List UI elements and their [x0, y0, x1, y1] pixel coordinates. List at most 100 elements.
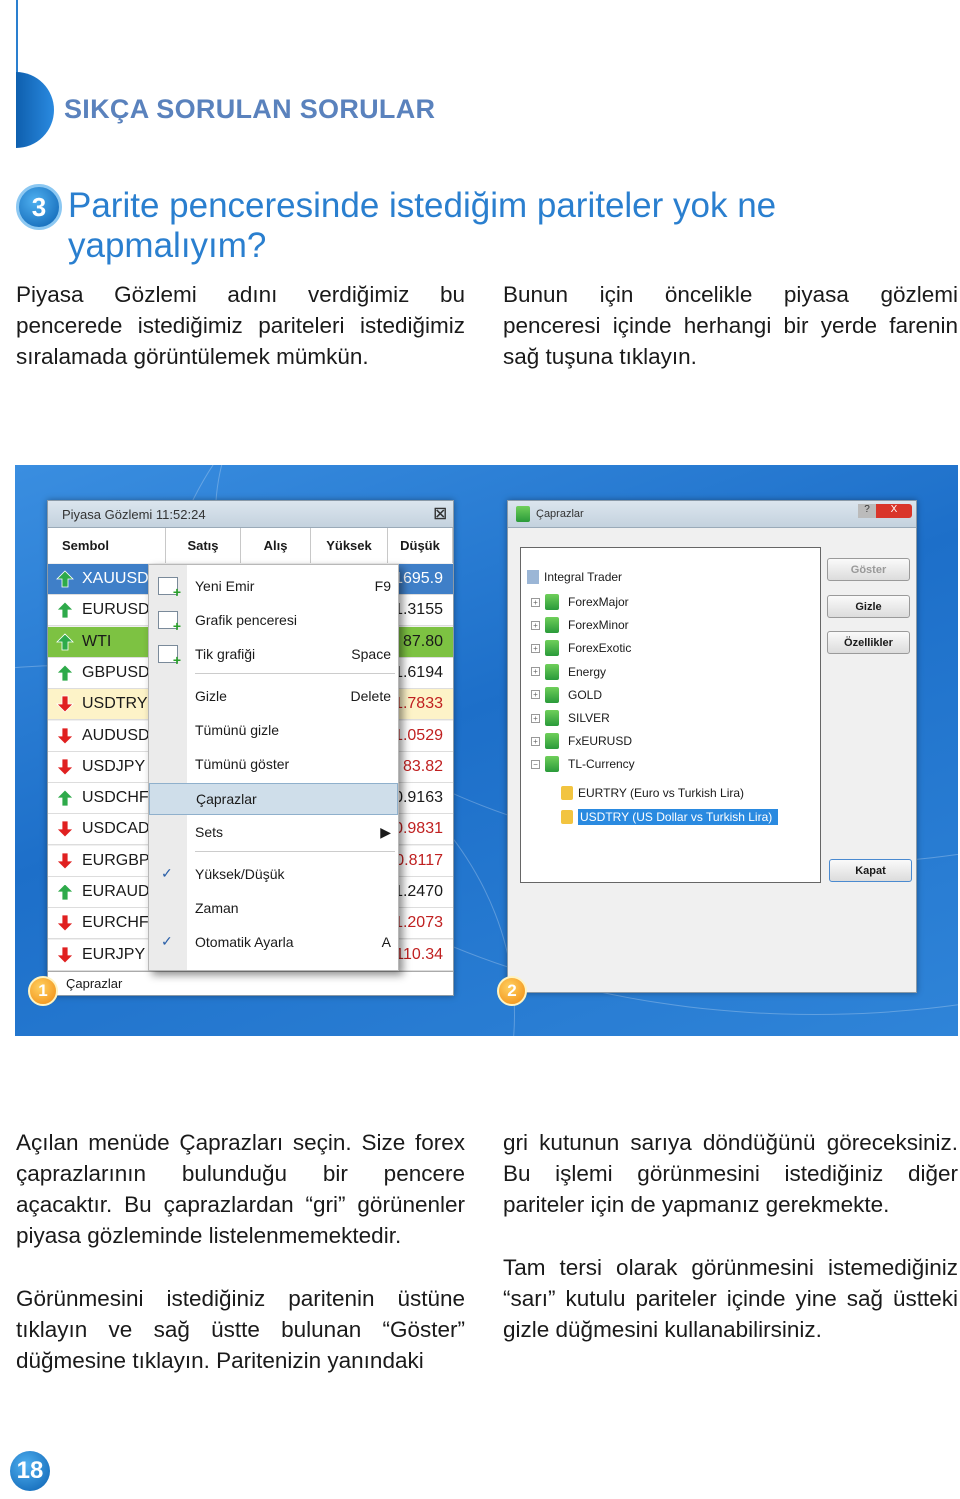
menu-label: Grafik penceresi	[195, 612, 297, 628]
body-right-p2: Tam tersi olarak görünmesini istemediğin…	[503, 1255, 958, 1342]
expand-icon[interactable]: +	[531, 690, 540, 700]
low-value: 1.2073	[394, 914, 443, 932]
menu-item-otomatik-ayarla[interactable]: Otomatik Ayarla A	[187, 927, 399, 957]
symbol-name: EURAUD	[82, 883, 150, 900]
arrow-down-icon	[56, 727, 74, 745]
tree-group[interactable]: ForexMinor	[568, 618, 629, 632]
arrow-down-icon	[56, 695, 74, 713]
folder-icon	[545, 640, 559, 657]
menu-label: Tümünü göster	[195, 756, 290, 772]
tree-root[interactable]: Integral Trader	[544, 570, 622, 584]
folder-icon	[545, 663, 559, 680]
folder-icon	[545, 686, 559, 703]
page-number: 18	[10, 1451, 50, 1491]
tree-group[interactable]: ForexMajor	[568, 595, 629, 609]
menu-shortcut: Delete	[350, 688, 391, 704]
arrow-up-icon	[56, 789, 74, 807]
tab-crosses[interactable]: Çaprazlar	[66, 976, 122, 991]
arrow-down-icon	[56, 946, 74, 964]
tree-leaf-usdtry[interactable]: USDTRY (US Dollar vs Turkish Lira)	[578, 809, 779, 825]
step-badge-1: 1	[28, 976, 58, 1006]
tree-group[interactable]: Energy	[568, 665, 606, 679]
body-left-p1: Açılan menüde Çaprazları seçin. Size for…	[16, 1130, 465, 1248]
help-icon[interactable]: ?	[858, 504, 876, 518]
menu-label: Çaprazlar	[196, 791, 257, 807]
column-header-high[interactable]: Yüksek	[311, 528, 388, 563]
crosses-tree: Integral Trader + ForexMajor + ForexMinor + F…	[520, 547, 821, 883]
expand-icon[interactable]: +	[531, 643, 540, 653]
low-value: 1.0529	[394, 726, 443, 744]
menu-label: Tümünü gizle	[195, 722, 280, 738]
arrow-down-icon	[56, 758, 74, 776]
folder-icon	[545, 594, 559, 610]
menu-item-zaman[interactable]: Zaman	[187, 893, 399, 923]
menu-item--aprazlar[interactable]: Çaprazlar	[149, 783, 398, 815]
close-icon[interactable]: ☒	[434, 505, 447, 523]
menu-item-y-ksek-d-k[interactable]: Yüksek/Düşük	[187, 859, 399, 889]
low-value: 0.9163	[394, 789, 443, 807]
arrow-up-icon	[56, 664, 74, 682]
hide-button[interactable]: Gizle	[827, 595, 910, 618]
crosses-app-icon	[516, 506, 530, 522]
decor-line	[16, 0, 18, 80]
menu-item-t-m-n-gizle[interactable]: Tümünü gizle	[187, 715, 399, 745]
column-header-symbol[interactable]: Sembol	[48, 528, 166, 563]
expand-icon[interactable]: +	[531, 597, 540, 607]
menu-shortcut: Space	[351, 646, 391, 662]
properties-button[interactable]: Özellikler	[827, 631, 910, 654]
tree-group[interactable]: SILVER	[568, 711, 610, 725]
crosses-dialog: Çaprazlar ? X Integral Trader + ForexMajo…	[507, 500, 917, 993]
menu-item-t-m-n-g-ster[interactable]: Tümünü göster	[187, 749, 399, 779]
market-watch-window: Piyasa Gözlemi 11:52:24 ☒ Sembol Satış A…	[47, 500, 454, 996]
show-button[interactable]: Göster	[827, 558, 910, 581]
symbol-name: USDCHF	[82, 789, 149, 807]
terminal-icon	[527, 570, 539, 584]
expand-icon[interactable]: +	[531, 713, 540, 723]
symbol-name: WTI	[82, 632, 112, 650]
arrow-up-icon	[56, 601, 74, 619]
step-badge-2: 2	[497, 976, 527, 1006]
tree-group[interactable]: ForexExotic	[568, 641, 631, 655]
expand-icon[interactable]: +	[531, 620, 540, 630]
close-icon[interactable]: X	[876, 504, 912, 518]
menu-item-grafik-penceresi[interactable]: Grafik penceresi	[187, 605, 399, 635]
arrow-up-icon	[56, 883, 74, 901]
arrow-down-icon	[56, 914, 74, 932]
screenshot-figure: Piyasa Gözlemi 11:52:24 ☒ Sembol Satış A…	[15, 465, 958, 1036]
market-watch-titlebar: Piyasa Gözlemi 11:52:24 ☒	[48, 501, 453, 528]
low-value: 1.7833	[394, 695, 443, 713]
menu-item-sets[interactable]: Sets ▶	[187, 817, 399, 847]
section-title: SIKÇA SORULAN SORULAR	[64, 94, 436, 124]
menu-item-tik-grafi-i[interactable]: Tik grafiği Space	[187, 639, 399, 669]
low-value: 0.8117	[395, 851, 443, 869]
column-header-ask[interactable]: Alış	[241, 528, 311, 563]
arrow-up-icon	[56, 633, 74, 650]
tree-leaf-eurtry[interactable]: EURTRY (Euro vs Turkish Lira)	[578, 786, 744, 800]
low-value: 87.80	[402, 632, 443, 650]
intro-right: Bunun için öncelikle piyasa gözlemi penc…	[503, 282, 958, 369]
tree-group[interactable]: FxEURUSD	[568, 734, 632, 748]
symbol-name: EURJPY	[82, 945, 146, 963]
expand-icon[interactable]: +	[531, 667, 540, 677]
dialog-title: Çaprazlar	[536, 508, 584, 520]
arrow-down-icon	[56, 820, 74, 838]
tick-chart-icon: +	[158, 645, 181, 667]
tree-group[interactable]: TL-Currency	[568, 757, 635, 771]
close-button[interactable]: Kapat	[829, 859, 912, 882]
symbol-name: AUDUSD	[82, 726, 150, 744]
menu-label: Tik grafiği	[195, 646, 256, 662]
check-icon: ✓	[161, 865, 173, 881]
symbol-name: EURCHF	[82, 914, 149, 932]
menu-item-gizle[interactable]: Gizle Delete	[187, 681, 399, 711]
body-right-p1: gri kutunun sarıya döndüğünü göreceksini…	[503, 1130, 958, 1217]
column-header-bid[interactable]: Satış	[166, 528, 241, 563]
symbol-name: XAUUSD	[82, 570, 149, 587]
tree-group[interactable]: GOLD	[568, 688, 602, 702]
body-left-p2: Görünmesini istediğiniz paritenin üstüne…	[16, 1286, 465, 1373]
menu-item-yeni-emir[interactable]: Yeni Emir F9	[187, 571, 399, 601]
expand-icon[interactable]: +	[531, 736, 540, 746]
menu-label: Yüksek/Düşük	[195, 866, 285, 882]
expand-icon[interactable]: −	[531, 759, 540, 769]
low-value: 110.34	[395, 945, 443, 963]
column-header-low[interactable]: Düşük	[388, 528, 453, 563]
